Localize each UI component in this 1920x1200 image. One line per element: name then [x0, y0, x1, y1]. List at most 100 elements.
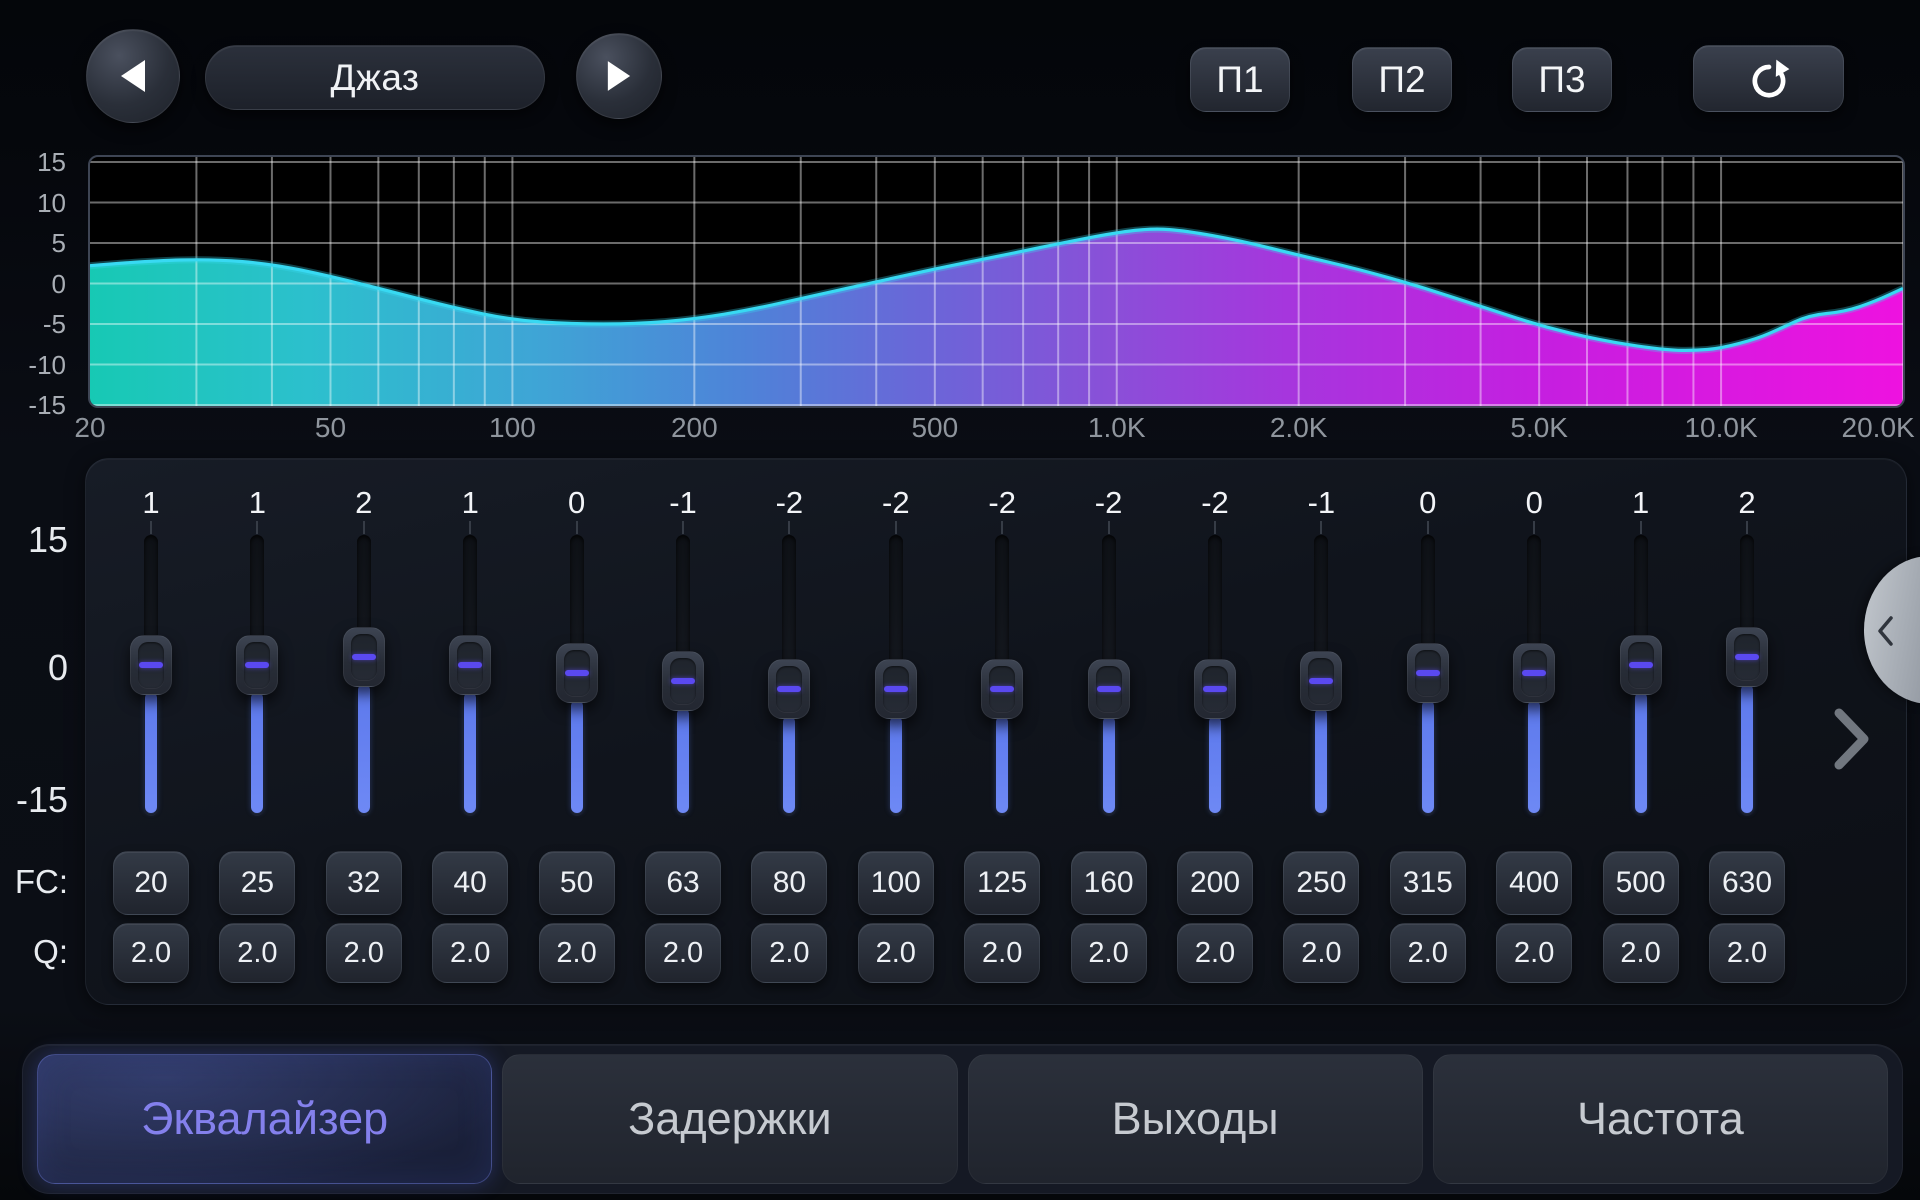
eq-band: 1 25 2.0	[204, 459, 310, 1004]
band-track-tick	[1533, 521, 1535, 534]
tab-эквалайзер[interactable]: Эквалайзер	[37, 1054, 492, 1184]
band-thumb-dash-icon	[139, 662, 163, 668]
band-track-tick	[469, 521, 471, 534]
band-thumb-dash-icon	[1097, 686, 1121, 692]
band-q-button[interactable]: 2.0	[1071, 923, 1147, 983]
band-q-button[interactable]: 2.0	[1177, 923, 1253, 983]
band-fc-button[interactable]: 50	[539, 851, 615, 915]
band-q-button[interactable]: 2.0	[539, 923, 615, 983]
band-q-button[interactable]: 2.0	[432, 923, 508, 983]
preset-name: Джаз	[331, 57, 420, 99]
band-slider-thumb[interactable]	[236, 635, 278, 695]
band-fc-button[interactable]: 630	[1709, 851, 1785, 915]
band-slider-thumb[interactable]	[1620, 635, 1662, 695]
left-triangle-icon	[119, 59, 147, 93]
band-fc-button[interactable]: 160	[1071, 851, 1147, 915]
band-thumb-dash-icon	[1416, 670, 1440, 676]
band-fc-button[interactable]: 20	[113, 851, 189, 915]
band-q-button[interactable]: 2.0	[858, 923, 934, 983]
band-fc-button[interactable]: 40	[432, 851, 508, 915]
band-slider-thumb[interactable]	[343, 627, 385, 687]
band-slider-thumb[interactable]	[556, 643, 598, 703]
band-gain-value: -2	[1056, 486, 1162, 520]
band-thumb-dash-icon	[352, 654, 376, 660]
preset-memory-button-1[interactable]: П1	[1190, 47, 1290, 112]
band-fc-button[interactable]: 125	[964, 851, 1040, 915]
band-q-button[interactable]: 2.0	[1709, 923, 1785, 983]
band-slider-thumb[interactable]	[1088, 659, 1130, 719]
band-slider-thumb[interactable]	[1407, 643, 1449, 703]
band-slider-thumb[interactable]	[130, 635, 172, 695]
band-slider-thumb[interactable]	[1300, 651, 1342, 711]
band-thumb-dash-icon	[458, 662, 482, 668]
equalizer-bands-panel: 1 20 2.0 1 25 2.0 2 32 2.0 1	[85, 458, 1907, 1005]
band-slider-fill	[1528, 700, 1540, 813]
band-track-tick	[682, 521, 684, 534]
band-fc-button[interactable]: 25	[219, 851, 295, 915]
band-slider-fill	[890, 716, 902, 813]
band-fc-button[interactable]: 100	[858, 851, 934, 915]
eq-band: 2 630 2.0	[1694, 459, 1800, 1004]
preset-memory-button-3[interactable]: П3	[1512, 47, 1612, 112]
band-fc-button[interactable]: 315	[1390, 851, 1466, 915]
tab-задержки[interactable]: Задержки	[502, 1054, 957, 1184]
band-fc-button[interactable]: 63	[645, 851, 721, 915]
band-gain-value: -2	[843, 486, 949, 520]
chart-y-tick-label: -5	[0, 309, 66, 339]
band-track-tick	[1320, 521, 1322, 534]
eq-band: -2 200 2.0	[1162, 459, 1268, 1004]
band-thumb-dash-icon	[990, 686, 1014, 692]
chart-y-tick-label: -15	[0, 390, 66, 420]
band-fc-button[interactable]: 80	[751, 851, 827, 915]
eq-band: 2 32 2.0	[311, 459, 417, 1004]
band-q-button[interactable]: 2.0	[964, 923, 1040, 983]
band-q-button[interactable]: 2.0	[326, 923, 402, 983]
tab-частота[interactable]: Частота	[1433, 1054, 1888, 1184]
preset-next-button[interactable]	[576, 33, 662, 119]
band-fc-button[interactable]: 32	[326, 851, 402, 915]
band-q-button[interactable]: 2.0	[1603, 923, 1679, 983]
expand-bands-button[interactable]	[1832, 706, 1872, 777]
eq-band: 1 20 2.0	[98, 459, 204, 1004]
band-fc-button[interactable]: 500	[1603, 851, 1679, 915]
band-slider-thumb[interactable]	[875, 659, 917, 719]
band-slider-thumb[interactable]	[1513, 643, 1555, 703]
chevron-right-icon	[1832, 706, 1872, 772]
chart-y-tick-label: 0	[0, 269, 66, 299]
band-fc-button[interactable]: 400	[1496, 851, 1572, 915]
band-gain-value: -1	[630, 486, 736, 520]
chart-x-tick-label: 5.0K	[1510, 412, 1568, 444]
eq-band: -1 250 2.0	[1268, 459, 1374, 1004]
band-track-tick	[1746, 521, 1748, 534]
band-fc-button[interactable]: 250	[1283, 851, 1359, 915]
band-slider-thumb[interactable]	[449, 635, 491, 695]
band-q-button[interactable]: 2.0	[113, 923, 189, 983]
preset-prev-button[interactable]	[86, 29, 180, 123]
eq-band: 0 50 2.0	[524, 459, 630, 1004]
band-q-button[interactable]: 2.0	[1390, 923, 1466, 983]
preset-selector[interactable]: Джаз	[205, 45, 545, 110]
band-slider-thumb[interactable]	[768, 659, 810, 719]
band-slider-fill	[1103, 716, 1115, 813]
band-q-button[interactable]: 2.0	[219, 923, 295, 983]
band-q-button[interactable]: 2.0	[645, 923, 721, 983]
preset-memory-button-2[interactable]: П2	[1352, 47, 1452, 112]
band-slider-thumb[interactable]	[1194, 659, 1236, 719]
band-slider-thumb[interactable]	[981, 659, 1023, 719]
band-gain-value: -1	[1268, 486, 1374, 520]
band-q-button[interactable]: 2.0	[1496, 923, 1572, 983]
band-slider-fill	[145, 692, 157, 813]
q-row-label: Q:	[0, 934, 68, 970]
reset-button[interactable]	[1693, 45, 1844, 112]
band-q-button[interactable]: 2.0	[751, 923, 827, 983]
band-q-button[interactable]: 2.0	[1283, 923, 1359, 983]
band-slider-thumb[interactable]	[662, 651, 704, 711]
band-gain-value: -2	[736, 486, 842, 520]
band-fc-button[interactable]: 200	[1177, 851, 1253, 915]
band-slider-thumb[interactable]	[1726, 627, 1768, 687]
band-track-tick	[1640, 521, 1642, 534]
tab-выходы[interactable]: Выходы	[968, 1054, 1423, 1184]
chart-y-tick-label: 10	[0, 188, 66, 218]
frequency-response-svg	[90, 157, 1903, 406]
band-thumb-dash-icon	[1629, 662, 1653, 668]
